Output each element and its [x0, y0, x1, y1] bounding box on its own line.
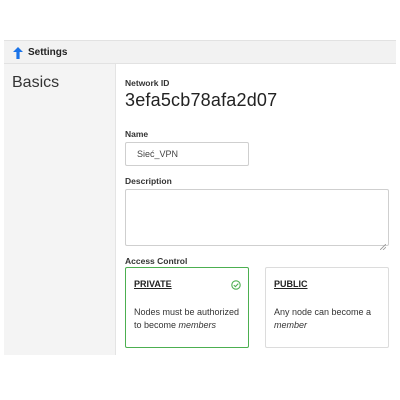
access-option-private[interactable]: PRIVATE Nodes must be authorized to beco… — [125, 267, 249, 348]
network-id-value: 3efa5cb78afa2d07 — [125, 90, 278, 110]
sidebar: Basics — [4, 64, 116, 355]
public-description: Any node can become a member — [274, 307, 372, 330]
access-control-label: Access Control — [125, 256, 188, 266]
description-textarea[interactable] — [125, 189, 389, 251]
resize-grip-icon[interactable] — [379, 237, 387, 251]
settings-header[interactable]: Settings — [4, 40, 396, 64]
private-description: Nodes must be authorized to become membe… — [134, 307, 240, 330]
name-label: Name — [125, 129, 149, 139]
public-title: PUBLIC — [274, 279, 308, 289]
private-title: PRIVATE — [134, 279, 172, 289]
name-input[interactable]: Sieć_VPN — [125, 142, 249, 166]
section-heading: Basics — [12, 74, 60, 91]
settings-title: Settings — [28, 46, 68, 58]
access-option-public[interactable]: PUBLIC Any node can become a member — [265, 267, 389, 348]
description-label: Description — [125, 176, 172, 186]
network-id-label: Network ID — [125, 78, 170, 88]
settings-form: Network ID 3efa5cb78afa2d07 Name Sieć_VP… — [116, 64, 396, 355]
check-circle-icon — [231, 277, 241, 290]
arrow-up-icon — [13, 46, 23, 59]
